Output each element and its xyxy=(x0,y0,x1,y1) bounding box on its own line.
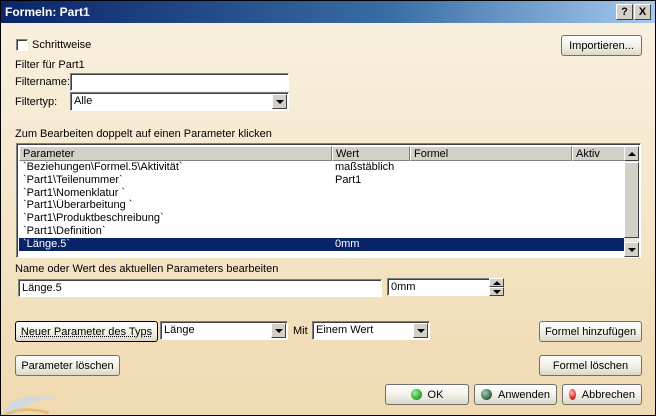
cell-aktiv xyxy=(572,199,625,212)
cell-parameter: `Länge.5` xyxy=(23,237,71,250)
table-row[interactable]: `Part1\Nomenklatur ` xyxy=(19,187,625,200)
cell-wert: Part1 xyxy=(335,173,362,186)
parameter-name-input[interactable]: Länge.5 xyxy=(18,279,382,297)
mit-label: Mit xyxy=(293,325,308,337)
parameter-table: Parameter Wert Formel Aktiv `Beziehungen… xyxy=(16,143,641,258)
cell-aktiv xyxy=(572,238,625,251)
table-row[interactable]: `Part1\Überarbeitung ` xyxy=(19,199,625,212)
parameter-value-input[interactable]: 0mm xyxy=(387,278,490,296)
cell-aktiv xyxy=(572,161,625,174)
decorative-swoosh-icon xyxy=(1,396,56,415)
import-button[interactable]: Importieren... xyxy=(561,35,642,56)
cell-parameter: `Beziehungen\Formel.5\Aktivität` xyxy=(23,161,183,173)
chevron-down-icon[interactable] xyxy=(413,323,428,338)
column-wert[interactable]: Wert xyxy=(332,146,410,161)
cell-formel xyxy=(410,238,572,251)
table-row[interactable]: `Part1\Produktbeschreibung` xyxy=(19,212,625,225)
scroll-up-icon[interactable] xyxy=(624,146,639,161)
column-parameter[interactable]: Parameter xyxy=(19,146,332,161)
cell-parameter: `Part1\Definition` xyxy=(23,224,106,237)
help-button[interactable]: ? xyxy=(616,4,633,20)
chevron-down-icon[interactable] xyxy=(271,323,286,338)
table-header: Parameter Wert Formel Aktiv xyxy=(19,146,625,161)
title-bar[interactable]: Formeln: Part1 ? X xyxy=(1,1,655,23)
spin-up-icon[interactable] xyxy=(489,278,504,287)
table-row[interactable]: `Part1\Definition` xyxy=(19,225,625,238)
cell-formel xyxy=(410,187,572,200)
spin-down-icon[interactable] xyxy=(489,287,504,296)
filter-group-label: Filter für Part1 xyxy=(15,59,85,71)
cell-formel xyxy=(410,174,572,187)
params-instruction: Zum Bearbeiten doppelt auf einen Paramet… xyxy=(15,128,272,140)
close-button[interactable]: X xyxy=(634,4,651,20)
column-formel[interactable]: Formel xyxy=(410,146,572,161)
column-aktiv[interactable]: Aktiv xyxy=(572,146,625,161)
scroll-down-icon[interactable] xyxy=(624,242,639,257)
cell-aktiv xyxy=(572,225,625,238)
apply-icon xyxy=(481,389,492,400)
cell-aktiv xyxy=(572,174,625,187)
window-title: Formeln: Part1 xyxy=(5,5,90,19)
parameter-type-value: Länge xyxy=(164,324,195,336)
vertical-scrollbar[interactable] xyxy=(624,146,639,257)
cell-wert xyxy=(332,225,410,238)
apply-label: Anwenden xyxy=(498,388,550,401)
schrittweise-checkbox[interactable] xyxy=(16,39,28,51)
apply-button[interactable]: Anwenden xyxy=(474,384,557,405)
cell-formel xyxy=(410,199,572,212)
filter-name-label: Filtername: xyxy=(15,76,71,88)
new-parameter-button[interactable]: Neuer Parameter des Typs xyxy=(15,321,158,342)
delete-formula-button[interactable]: Formel löschen xyxy=(539,355,642,376)
value-mode-select[interactable]: Einem Wert xyxy=(312,321,430,340)
cell-aktiv xyxy=(572,187,625,200)
cell-parameter: `Part1\Produktbeschreibung` xyxy=(23,212,164,225)
cell-wert xyxy=(332,212,410,225)
filter-name-input[interactable] xyxy=(70,73,289,91)
value-mode-value: Einem Wert xyxy=(316,324,374,336)
cell-parameter: `Part1\Teilenummer` xyxy=(23,173,123,186)
cell-wert: maßstäblich xyxy=(335,161,395,173)
cell-wert xyxy=(332,187,410,200)
table-row[interactable]: `Part1\Teilenummer` Part1 xyxy=(19,174,625,187)
ok-icon xyxy=(410,389,422,400)
scroll-thumb[interactable] xyxy=(624,162,639,238)
cell-wert xyxy=(332,199,410,212)
filter-type-value: Alle xyxy=(74,95,93,107)
cancel-icon xyxy=(569,389,576,400)
filter-type-label: Filtertyp: xyxy=(15,96,58,108)
add-formula-button[interactable]: Formel hinzufügen xyxy=(539,321,642,342)
cancel-label: Abbrechen xyxy=(581,388,635,401)
ok-button[interactable]: OK xyxy=(385,384,469,405)
ok-label: OK xyxy=(427,388,444,401)
cell-aktiv xyxy=(572,212,625,225)
table-rows: `Beziehungen\Formel.5\Aktivität` maßstäb… xyxy=(19,161,625,251)
cell-formel xyxy=(410,225,572,238)
schrittweise-label: Schrittweise xyxy=(32,39,92,51)
table-row-selected[interactable]: `Länge.5` 0mm xyxy=(19,237,625,251)
table-row[interactable]: `Beziehungen\Formel.5\Aktivität` maßstäb… xyxy=(19,161,625,174)
cell-parameter: `Part1\Überarbeitung ` xyxy=(23,199,133,212)
cancel-button[interactable]: Abbrechen xyxy=(562,384,642,405)
cell-formel xyxy=(410,161,572,174)
cell-parameter: `Part1\Nomenklatur ` xyxy=(23,186,126,199)
parameter-type-select[interactable]: Länge xyxy=(160,321,288,340)
chevron-down-icon[interactable] xyxy=(272,94,287,109)
edit-label: Name oder Wert des aktuellen Parameters … xyxy=(15,263,279,275)
cell-wert: 0mm xyxy=(335,237,360,250)
formulas-dialog: Formeln: Part1 ? X Schrittweise Importie… xyxy=(0,0,656,416)
filter-type-select[interactable]: Alle xyxy=(70,92,289,111)
cell-formel xyxy=(410,212,572,225)
